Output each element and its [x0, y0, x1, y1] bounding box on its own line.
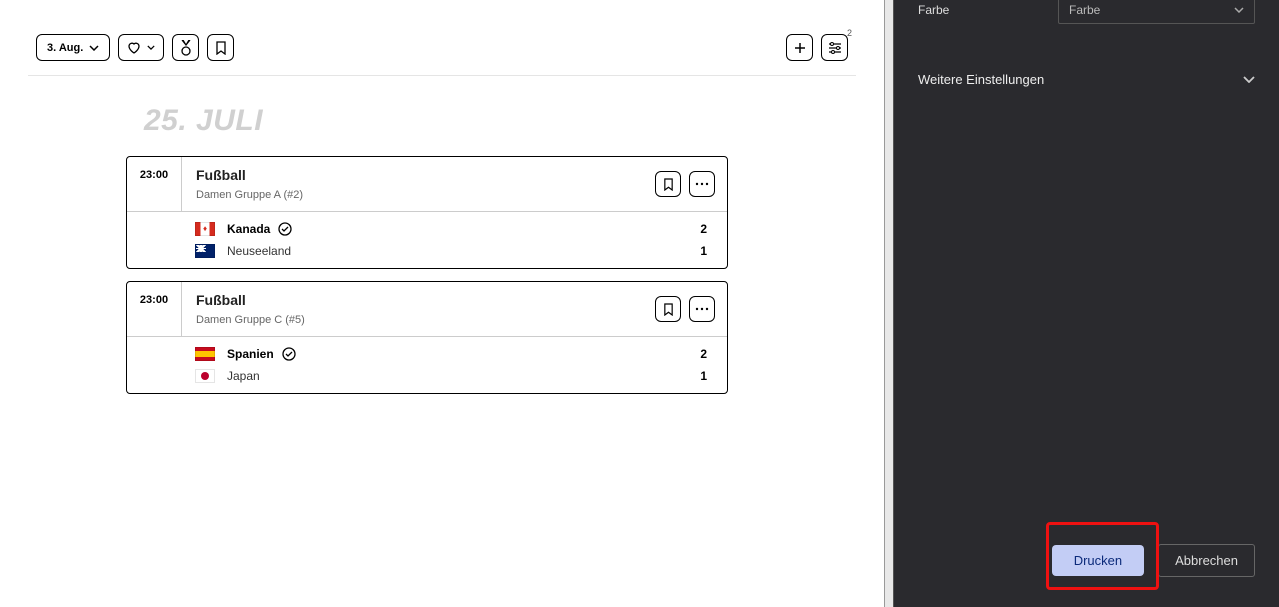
event-body: Spanien 2 Japan 1: [127, 337, 727, 393]
toolbar-left: 3. Aug.: [36, 34, 234, 61]
bookmark-icon: [215, 41, 227, 55]
add-button[interactable]: [786, 34, 813, 61]
heart-icon: [127, 42, 141, 54]
bookmark-icon: [663, 178, 674, 191]
event-sport: Fußball: [196, 292, 641, 308]
dots-icon: [695, 182, 709, 186]
team-score: 1: [700, 369, 711, 383]
event-card: 23:00 Fußball Damen Gruppe A (#2): [126, 156, 728, 269]
chevron-down-icon: [1243, 76, 1255, 83]
panel-footer: Drucken Abbrechen: [894, 544, 1279, 607]
team-row: Neuseeland 1: [127, 244, 711, 258]
chevron-down-icon: [1234, 7, 1244, 13]
date-label: 3. Aug.: [47, 42, 83, 54]
color-select[interactable]: Farbe: [1058, 0, 1255, 24]
favorites-button[interactable]: [118, 34, 164, 61]
event-actions: [655, 282, 727, 336]
check-circle-icon: [282, 347, 296, 361]
dots-icon: [695, 307, 709, 311]
flag-icon: [195, 222, 215, 236]
event-card: 23:00 Fußball Damen Gruppe C (#5): [126, 281, 728, 394]
panel-divider: [884, 0, 894, 607]
flag-icon: [195, 347, 215, 361]
team-score: 1: [700, 244, 711, 258]
event-meta: Fußball Damen Gruppe A (#2): [182, 157, 655, 211]
event-sport: Fußball: [196, 167, 641, 183]
team-name: Japan: [227, 369, 260, 383]
print-button[interactable]: Drucken: [1052, 545, 1144, 576]
event-actions: [655, 157, 727, 211]
event-meta: Fußball Damen Gruppe C (#5): [182, 282, 655, 336]
flag-icon: [195, 244, 215, 258]
divider: [28, 75, 856, 76]
chevron-down-icon: [89, 45, 99, 51]
color-row: Farbe Farbe: [918, 0, 1255, 28]
flag-icon: [195, 369, 215, 383]
event-header: 23:00 Fußball Damen Gruppe C (#5): [127, 282, 727, 337]
team-name: Spanien: [227, 347, 274, 361]
panel-body: Farbe Farbe Weitere Einstellungen: [894, 0, 1279, 544]
print-preview-page: 3. Aug.: [0, 0, 884, 607]
team-name: Neuseeland: [227, 244, 291, 258]
team-row: Japan 1: [127, 369, 711, 383]
check-circle-icon: [278, 222, 292, 236]
team-row: Kanada 2: [127, 222, 711, 236]
sliders-icon: [828, 42, 842, 54]
filter-badge: 2: [847, 28, 852, 38]
medal-icon: [179, 40, 193, 56]
plus-icon: [793, 41, 807, 55]
color-select-value: Farbe: [1069, 3, 1100, 17]
chevron-down-icon: [147, 45, 155, 50]
print-dialog-panel: Farbe Farbe Weitere Einstellungen Drucke…: [894, 0, 1279, 607]
more-settings-toggle[interactable]: Weitere Einstellungen: [918, 54, 1255, 104]
bookmark-icon: [663, 303, 674, 316]
team-score: 2: [700, 222, 711, 236]
color-label: Farbe: [918, 3, 1058, 17]
team-row: Spanien 2: [127, 347, 711, 361]
filter-button-wrap: 2: [821, 34, 848, 61]
team-name: Kanada: [227, 222, 270, 236]
cancel-button[interactable]: Abbrechen: [1158, 544, 1255, 577]
toolbar-right: 2: [786, 34, 848, 61]
bookmark-button[interactable]: [207, 34, 234, 61]
more-event-button[interactable]: [689, 296, 715, 322]
event-header: 23:00 Fußball Damen Gruppe A (#2): [127, 157, 727, 212]
more-settings-label: Weitere Einstellungen: [918, 72, 1044, 87]
date-heading: 25. JULI: [144, 104, 884, 138]
event-time: 23:00: [127, 157, 182, 211]
event-time: 23:00: [127, 282, 182, 336]
toolbar: 3. Aug.: [0, 26, 884, 69]
filter-button[interactable]: [821, 34, 848, 61]
event-group: Damen Gruppe A (#2): [196, 189, 641, 201]
date-picker-button[interactable]: 3. Aug.: [36, 34, 110, 61]
medals-button[interactable]: [172, 34, 199, 61]
team-score: 2: [700, 347, 711, 361]
event-body: Kanada 2 Neuseeland 1: [127, 212, 727, 268]
event-group: Damen Gruppe C (#5): [196, 314, 641, 326]
bookmark-event-button[interactable]: [655, 296, 681, 322]
bookmark-event-button[interactable]: [655, 171, 681, 197]
more-event-button[interactable]: [689, 171, 715, 197]
schedule-list: 23:00 Fußball Damen Gruppe A (#2): [0, 156, 884, 394]
